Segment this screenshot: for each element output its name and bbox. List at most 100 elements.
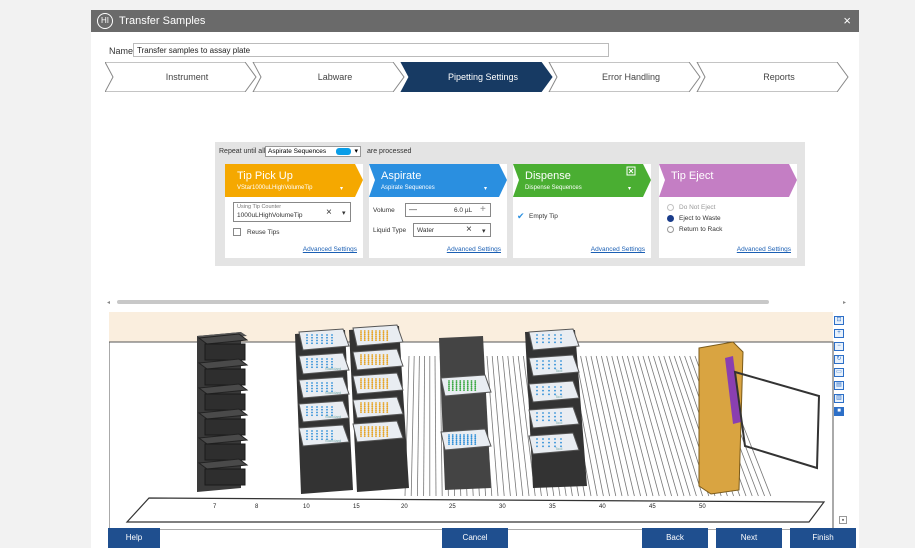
deck-view[interactable]: Standard Standard Standard Standard Tool Tool… (109, 312, 849, 530)
well (474, 380, 477, 382)
well (367, 381, 370, 384)
well (306, 334, 308, 336)
dispense-advanced-link[interactable]: Advanced Settings (591, 246, 645, 253)
well (360, 431, 362, 434)
well (311, 358, 313, 360)
well (321, 390, 323, 393)
well (326, 408, 328, 411)
well (536, 386, 538, 388)
close-icon[interactable]: × (843, 13, 851, 28)
well (363, 387, 366, 390)
well (536, 337, 538, 340)
well (360, 333, 362, 336)
tip-eject-advanced-link[interactable]: Advanced Settings (737, 246, 791, 253)
well (375, 363, 377, 366)
clear-icon[interactable]: × (326, 207, 332, 218)
reset-view-icon[interactable]: ■ (834, 407, 844, 416)
chevron-down-icon[interactable]: ▾ (482, 227, 486, 235)
zoom-fit-icon[interactable]: ⊡ (834, 316, 844, 325)
well (375, 435, 377, 438)
well (542, 445, 544, 448)
well (455, 385, 458, 388)
well (375, 431, 377, 434)
well (371, 378, 374, 380)
well (331, 382, 333, 384)
back-button[interactable]: Back (642, 528, 708, 548)
well (321, 339, 323, 342)
well (382, 387, 385, 390)
well (371, 427, 374, 430)
well (363, 354, 366, 356)
chevron-down-icon[interactable]: ▾ (342, 209, 346, 217)
help-button[interactable]: Help (108, 528, 160, 548)
volume-stepper[interactable]: — 6.0 µL + (405, 203, 491, 217)
well (548, 441, 550, 444)
cancel-button[interactable]: Cancel (442, 528, 508, 548)
step-instrument[interactable]: Instrument (125, 72, 249, 82)
well (375, 354, 377, 356)
well (542, 360, 544, 362)
tip-eject-card: Tip Eject Do Not Eject Eject to Waste Re… (659, 164, 797, 258)
well (360, 426, 362, 428)
liquid-type-select[interactable]: Water × ▾ (413, 223, 491, 237)
well (331, 360, 333, 363)
well (455, 383, 458, 386)
deck-scrollbar[interactable]: ◂ ▸ (107, 298, 851, 304)
well (371, 403, 374, 406)
reuse-tips-label: Reuse Tips (247, 229, 280, 236)
check-icon[interactable]: ✔ (517, 211, 525, 222)
aspirate-advanced-link[interactable]: Advanced Settings (447, 246, 501, 253)
repeat-toggle[interactable] (336, 148, 351, 155)
well (474, 441, 477, 444)
reuse-tips-checkbox[interactable] (233, 228, 241, 236)
well (378, 411, 381, 414)
plus-icon[interactable]: + (480, 204, 486, 215)
aspirate-sequence[interactable]: Aspirate Sequences (381, 185, 435, 191)
step-reports[interactable]: Reports (717, 72, 841, 82)
well (560, 412, 562, 414)
well (459, 383, 462, 386)
well (470, 441, 473, 444)
well (371, 387, 374, 390)
step-labware[interactable]: Labware (273, 72, 397, 82)
radio-return-to-rack[interactable] (667, 226, 674, 233)
well (375, 405, 377, 408)
tip-pickup-advanced-link[interactable]: Advanced Settings (303, 246, 357, 253)
step-error-handling[interactable]: Error Handling (569, 72, 693, 82)
finish-button[interactable]: Finish (790, 528, 856, 548)
view-front-icon[interactable]: ▭ (834, 368, 844, 377)
name-input[interactable]: Transfer samples to assay plate (133, 43, 609, 57)
tip-pickup-sequence[interactable]: VStar1000uLHighVolumeTip (237, 185, 313, 191)
well (306, 342, 308, 345)
tip-counter-field[interactable]: Using Tip Counter 1000uLHighVolumeTip × … (233, 202, 351, 222)
well (448, 380, 450, 382)
chevron-down-icon[interactable]: ▾ (628, 185, 631, 192)
expand-icon[interactable]: ▪ (839, 516, 847, 524)
well (360, 354, 362, 356)
rotate-icon[interactable]: ↻ (834, 355, 844, 364)
return-to-rack-label: Return to Rack (679, 226, 723, 233)
radio-do-not-eject[interactable] (667, 204, 674, 211)
next-button[interactable]: Next (716, 528, 782, 548)
well (367, 383, 370, 386)
chevron-down-icon[interactable]: ▾ (484, 185, 487, 192)
chevron-down-icon[interactable]: ▾ (340, 185, 343, 192)
zoom-in-icon[interactable]: + (834, 329, 844, 338)
well (316, 432, 318, 435)
well (316, 382, 318, 384)
well (378, 435, 381, 438)
plate-label: Standard (325, 414, 341, 419)
clear-icon[interactable]: × (466, 224, 472, 235)
step-pipetting-settings[interactable]: Pipetting Settings (421, 72, 545, 82)
well (382, 426, 385, 428)
well (548, 438, 550, 440)
radio-eject-to-waste[interactable] (667, 215, 674, 222)
view-top-icon[interactable]: ▤ (834, 381, 844, 390)
well (363, 378, 366, 380)
zoom-out-icon[interactable]: − (834, 342, 844, 351)
view-side-icon[interactable]: ▥ (834, 394, 844, 403)
minus-icon[interactable]: — (409, 205, 417, 214)
dispense-sequence[interactable]: Dispense Sequences (525, 185, 582, 191)
well (375, 378, 377, 380)
well (311, 387, 313, 390)
